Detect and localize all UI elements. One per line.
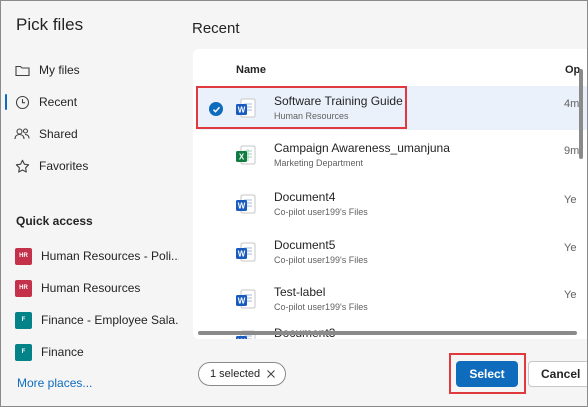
svg-text:W: W: [238, 106, 246, 115]
file-name: Software Training Guide: [274, 94, 403, 108]
vertical-scrollbar[interactable]: [579, 69, 583, 159]
checkmark-icon[interactable]: [209, 102, 223, 116]
file-row[interactable]: X Campaign Awareness_umanjuna Marketing …: [197, 133, 587, 177]
file-row[interactable]: W Document3: [197, 318, 587, 339]
quick-access-item[interactable]: F Finance: [15, 342, 179, 362]
quick-access-item[interactable]: HR Human Resources - Poli...: [15, 246, 179, 266]
people-icon: [14, 126, 30, 142]
folder-icon: [14, 62, 30, 78]
cancel-button[interactable]: Cancel: [528, 361, 587, 387]
nav-label: Recent: [39, 95, 78, 109]
file-opened: 9m: [564, 145, 580, 157]
close-icon[interactable]: [266, 369, 276, 379]
word-file-icon: W: [235, 241, 257, 263]
quick-access-item[interactable]: F Finance - Employee Sala...: [15, 310, 179, 330]
select-button[interactable]: Select: [456, 361, 518, 387]
word-file-icon: W: [235, 193, 257, 215]
quick-access-header: Quick access: [16, 214, 93, 228]
site-badge: HR: [15, 279, 32, 297]
svg-text:W: W: [238, 297, 246, 306]
file-name: Test-label: [274, 285, 326, 299]
svg-text:W: W: [238, 338, 246, 339]
svg-text:X: X: [239, 153, 245, 162]
nav-shared[interactable]: Shared: [1, 120, 179, 148]
quick-access-item[interactable]: HR Human Resources: [15, 278, 179, 298]
quick-access-label: Human Resources: [41, 281, 141, 295]
nav-label: My files: [39, 63, 80, 77]
site-badge: F: [15, 343, 32, 361]
file-opened: Ye: [564, 194, 577, 206]
file-opened: 4m: [564, 98, 580, 110]
nav-recent[interactable]: Recent: [1, 88, 179, 116]
site-badge: F: [15, 311, 32, 329]
clock-icon: [14, 94, 30, 110]
file-row[interactable]: W Document5 Co-pilot user199's Files Ye: [197, 230, 587, 274]
dialog-title: Pick files: [16, 15, 84, 34]
selected-count-chip[interactable]: 1 selected: [198, 362, 286, 386]
svg-text:W: W: [238, 202, 246, 211]
nav-label: Shared: [39, 127, 78, 141]
file-location: Co-pilot user199's Files: [274, 207, 368, 217]
svg-text:W: W: [238, 250, 246, 259]
star-icon: [14, 158, 30, 174]
file-opened: Ye: [564, 242, 577, 254]
file-list: Name Op W Software Training Guide Human …: [193, 49, 587, 339]
file-row[interactable]: W Document4 Co-pilot user199's Files Ye: [197, 182, 587, 226]
nav-favorites[interactable]: Favorites: [1, 152, 179, 180]
file-row[interactable]: W Test-label Co-pilot user199's Files Ye: [197, 277, 587, 321]
main-pane: Recent Name Op W Software Training Guide…: [181, 1, 587, 406]
page-title: Recent: [192, 20, 240, 37]
file-name: Document4: [274, 190, 336, 204]
word-file-icon: W: [235, 288, 257, 310]
file-row[interactable]: W Software Training Guide Human Resource…: [197, 86, 587, 130]
selected-count-label: 1 selected: [210, 368, 261, 380]
column-header-opened[interactable]: Op: [565, 64, 580, 76]
word-file-icon: W: [235, 97, 257, 119]
more-places-link[interactable]: More places...: [17, 376, 92, 390]
site-badge: HR: [15, 247, 32, 265]
file-location: Co-pilot user199's Files: [274, 255, 368, 265]
file-opened: Ye: [564, 289, 577, 301]
file-location: Human Resources: [274, 111, 349, 121]
quick-access-label: Human Resources - Poli...: [41, 249, 179, 263]
column-header-name[interactable]: Name: [236, 64, 266, 76]
file-name: Document5: [274, 238, 336, 252]
file-location: Marketing Department: [274, 158, 364, 168]
quick-access-label: Finance - Employee Sala...: [41, 313, 179, 327]
horizontal-scrollbar[interactable]: [198, 331, 577, 335]
nav-my-files[interactable]: My files: [1, 56, 179, 84]
excel-file-icon: X: [235, 144, 257, 166]
sidebar: Pick files My files Recent Shared Favori…: [1, 1, 181, 406]
nav-label: Favorites: [39, 159, 89, 173]
file-picker-dialog: Pick files My files Recent Shared Favori…: [0, 0, 588, 407]
file-location: Co-pilot user199's Files: [274, 302, 368, 312]
file-name: Campaign Awareness_umanjuna: [274, 141, 450, 155]
quick-access-label: Finance: [41, 345, 84, 359]
